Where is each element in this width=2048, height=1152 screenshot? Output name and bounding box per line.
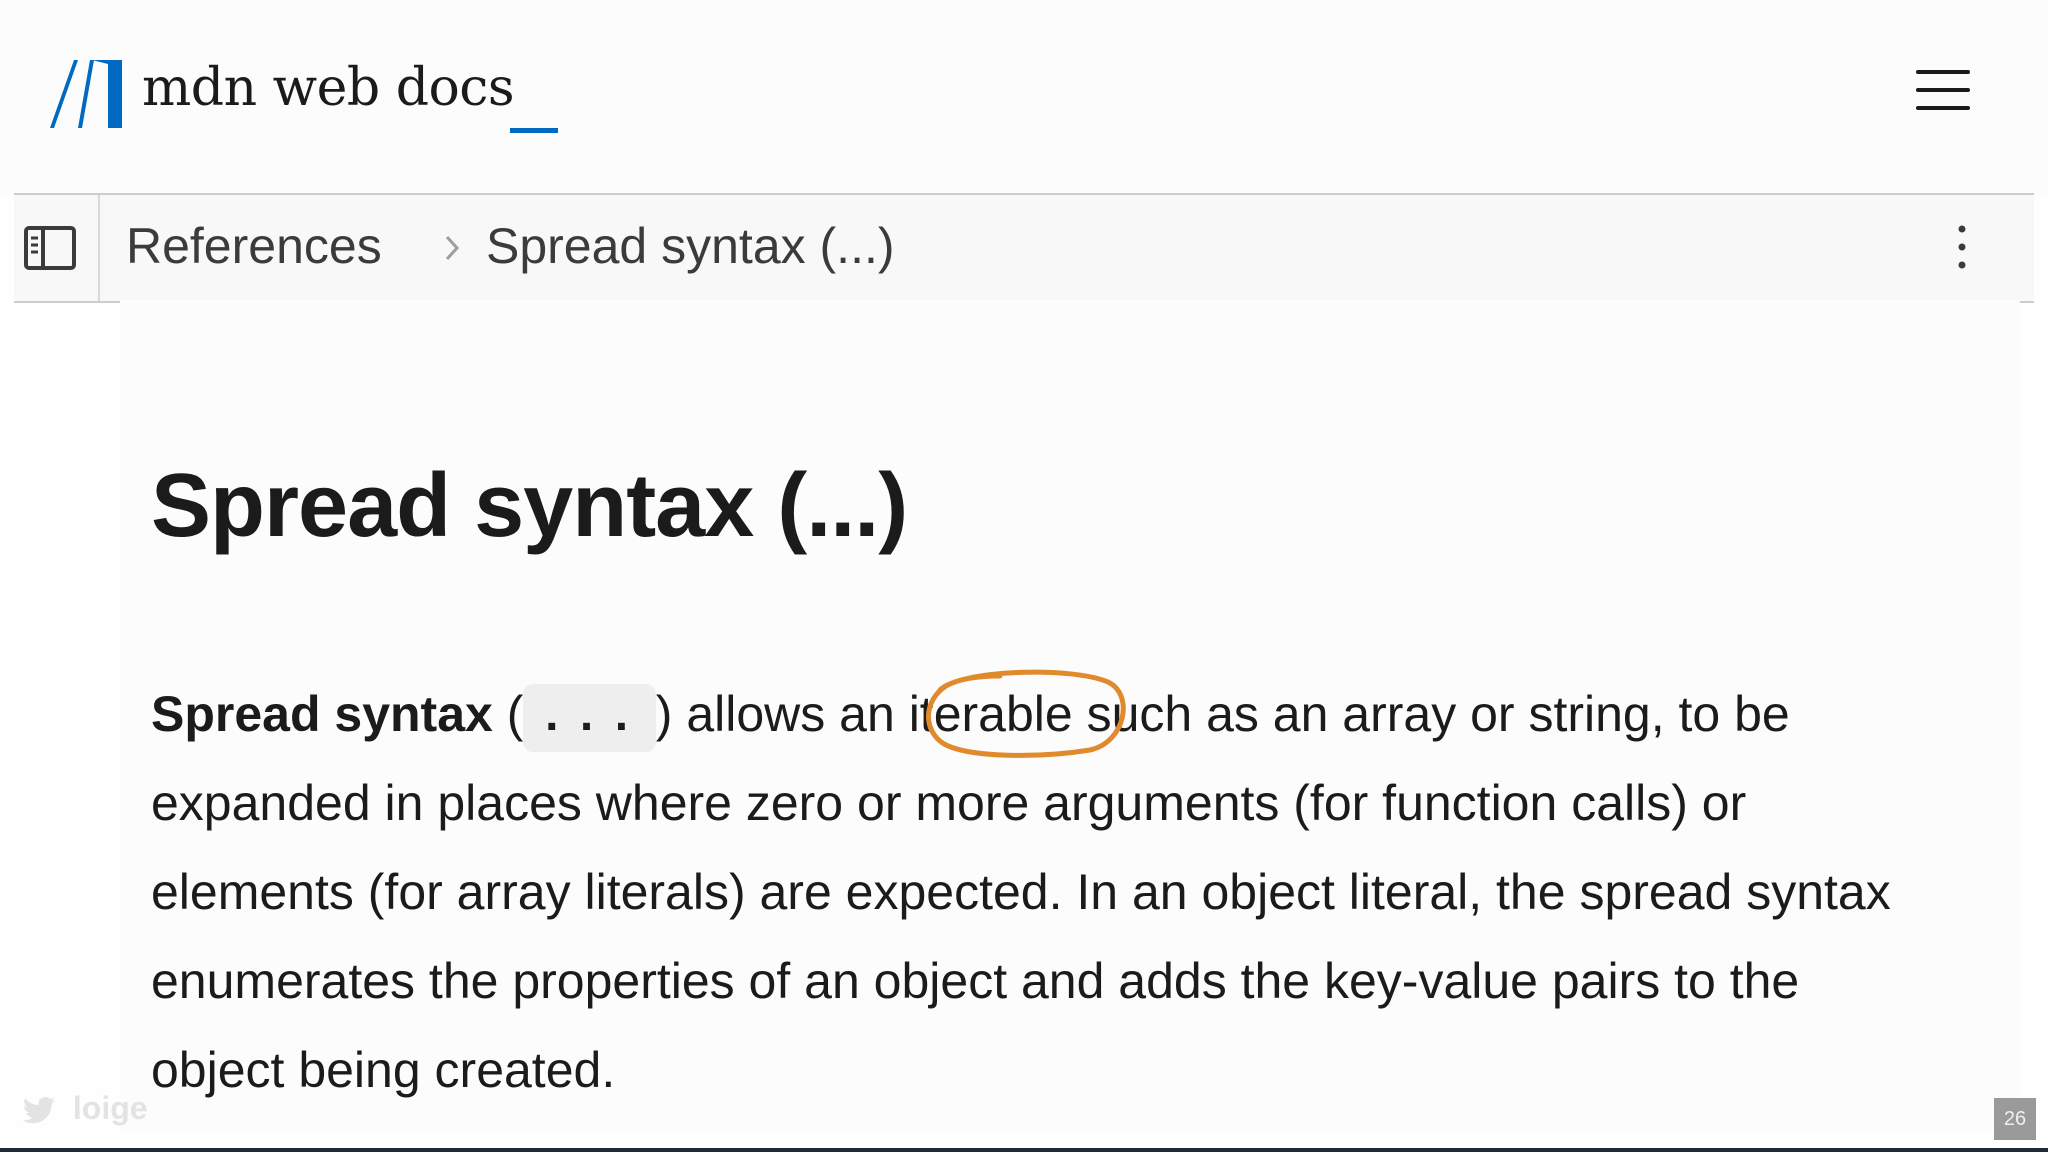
twitter-handle-text: loige [72,1090,148,1126]
intro-text-1: allows an [672,686,909,742]
intro-open-paren: ( [492,686,524,742]
spread-operator-code: ... [523,683,656,752]
intro-text-2: such as an array or string, to be expand… [151,686,1891,1098]
mdn-logo-icon[interactable] [48,56,124,132]
breadcrumb-item-references[interactable]: References [126,217,382,275]
breadcrumb-bar: References Spread syntax (...) [14,193,2034,303]
brand-cursor [510,128,558,133]
article-intro-paragraph: Spread syntax (...) allows an iterable s… [151,670,1911,1115]
slide-number: 26 [1994,1098,2036,1140]
intro-close-paren: ) [655,686,673,742]
brand-name[interactable]: mdn web docs [142,58,515,118]
sidebar-toggle-icon[interactable] [24,226,76,270]
kebab-menu-icon[interactable] [1942,219,1982,279]
site-header: mdn web docs [0,0,2048,194]
page-title: Spread syntax (...) [151,456,908,556]
breadcrumb-item-current[interactable]: Spread syntax (...) [486,217,895,275]
twitter-bird-icon [22,1096,55,1123]
chevron-right-icon [445,235,460,261]
bottom-bar [0,1148,2048,1152]
term-spread-syntax: Spread syntax [151,686,493,742]
twitter-handle: loige [22,1090,148,1127]
iterable-link[interactable]: iterable [909,686,1073,742]
slide: mdn web docs References Spread syntax (.… [0,0,2048,1152]
hamburger-menu-icon[interactable] [1916,68,1970,112]
breadcrumb-divider [98,195,100,301]
